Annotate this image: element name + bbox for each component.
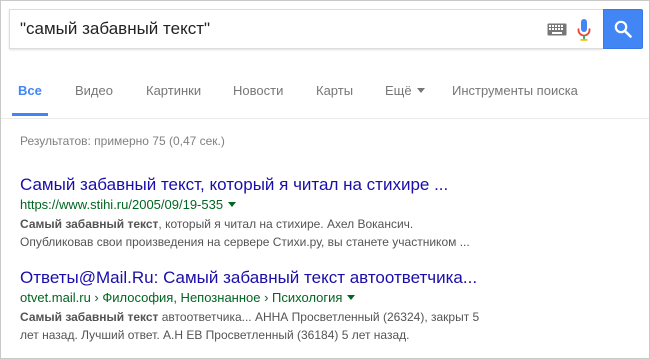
tab-video[interactable]: Видео (75, 83, 113, 98)
result-url: https://www.stihi.ru/2005/09/19-535 (20, 196, 630, 213)
chevron-down-icon (416, 88, 425, 93)
tab-news[interactable]: Новости (233, 83, 283, 98)
keyboard-icon[interactable] (547, 23, 567, 36)
tab-images[interactable]: Картинки (146, 83, 201, 98)
snippet-text: , который я читал на стихире. Ахел Вокан… (158, 217, 414, 231)
snippet-text-line2: лет назад. Лучший ответ. А.Н ЕВ Просветл… (20, 328, 410, 342)
search-result: Ответы@Mail.Ru: Самый забавный текст авт… (20, 268, 630, 344)
microphone-icon[interactable] (577, 19, 591, 41)
tab-all[interactable]: Все (18, 83, 42, 98)
result-url-text: otvet.mail.ru › Философия, Непознанное ›… (20, 290, 343, 305)
snippet-highlight: Самый забавный текст (20, 310, 159, 324)
result-title-link[interactable]: Самый забавный текст, который я читал на… (20, 175, 630, 195)
result-url: otvet.mail.ru › Философия, Непознанное ›… (20, 289, 630, 306)
result-title-link[interactable]: Ответы@Mail.Ru: Самый забавный текст авт… (20, 268, 630, 288)
search-button[interactable] (603, 9, 643, 49)
snippet-highlight: Самый забавный текст (20, 217, 159, 231)
result-snippet: Самый забавный текст, который я читал на… (20, 215, 630, 251)
active-tab-indicator (12, 113, 48, 116)
tab-maps[interactable]: Карты (316, 83, 353, 98)
snippet-text: автоответчика... АННА Просветленный (263… (158, 310, 480, 324)
browser-frame: Все Видео Картинки Новости Карты Ещё Инс… (0, 0, 650, 359)
search-bar (9, 9, 643, 49)
tab-more-label: Ещё (385, 83, 412, 98)
tab-search-tools[interactable]: Инструменты поиска (452, 83, 578, 98)
search-tabs: Все Видео Картинки Новости Карты Ещё Инс… (1, 73, 649, 119)
search-input[interactable] (20, 10, 520, 48)
result-url-text: https://www.stihi.ru/2005/09/19-535 (20, 197, 224, 212)
result-stats: Результатов: примерно 75 (0,47 сек.) (20, 134, 225, 148)
search-result: Самый забавный текст, который я читал на… (20, 175, 630, 251)
chevron-down-icon[interactable] (228, 202, 237, 207)
snippet-text-line2: Опубликовав свои произведения на сервере… (20, 235, 470, 249)
result-snippet: Самый забавный текст автоответчика... АН… (20, 308, 630, 344)
chevron-down-icon[interactable] (347, 295, 356, 300)
search-box[interactable] (9, 9, 603, 49)
tab-more[interactable]: Ещё (385, 83, 425, 98)
magnifier-icon (614, 20, 632, 38)
